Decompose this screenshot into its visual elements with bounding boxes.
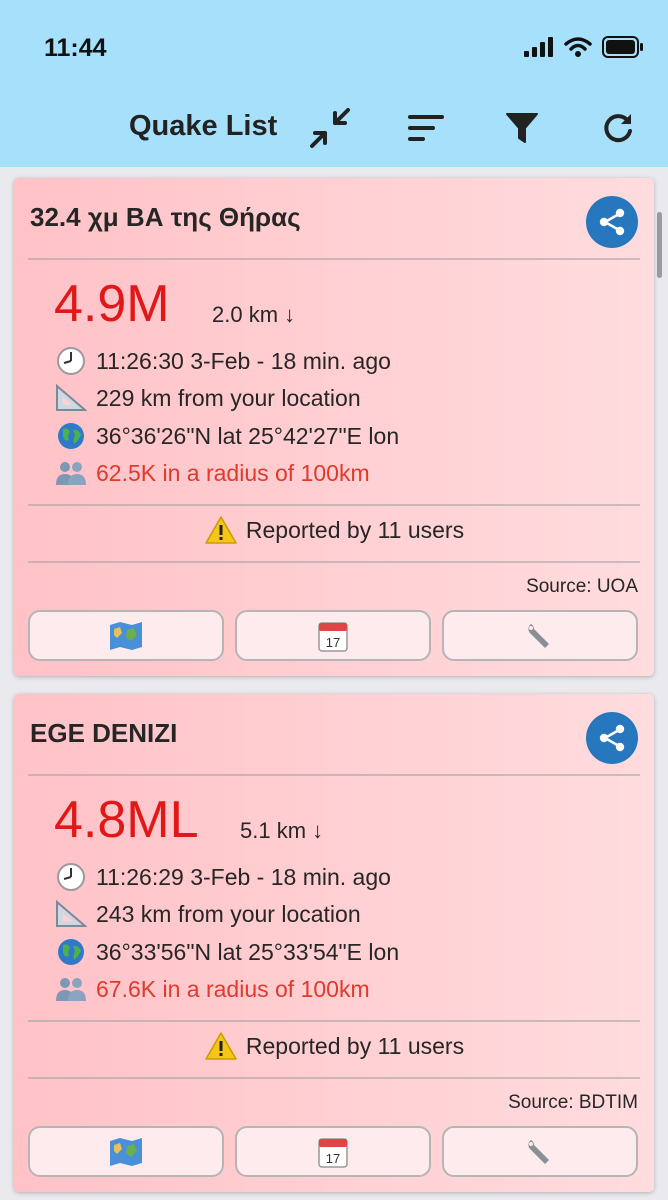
quake-card[interactable]: EGE DENIZI 4.8ML 5.1 km ↓ 11:26:29 3-Feb… — [14, 694, 654, 1192]
people-icon — [54, 974, 88, 1004]
reported-count: Reported by 11 users — [245, 516, 465, 543]
quake-location-title: EGE DENIZI — [30, 718, 178, 748]
share-button[interactable] — [586, 712, 638, 764]
magnitude: 4.9M — [54, 275, 170, 333]
distance-row: 243 km from your location — [54, 899, 361, 929]
time-row: 11:26:30 3-Feb - 18 min. ago — [54, 346, 391, 376]
triangular-ruler-icon — [54, 383, 88, 413]
divider — [28, 774, 640, 776]
time-row: 11:26:29 3-Feb - 18 min. ago — [54, 862, 391, 892]
tools-button[interactable] — [442, 1126, 638, 1177]
reported-row: Reported by 11 users — [14, 1031, 654, 1061]
coords-row: 36°36'26"N lat 25°42'27"E lon — [54, 421, 399, 451]
depth: 5.1 km ↓ — [240, 818, 324, 843]
quake-distance: 229 km from your location — [96, 384, 361, 411]
reported-row: Reported by 11 users — [14, 515, 654, 545]
sort-button[interactable] — [402, 104, 450, 152]
page-title: Quake List — [129, 110, 278, 142]
share-icon — [599, 724, 625, 752]
share-icon — [599, 208, 625, 236]
source-label: Source: BDTIM — [508, 1092, 638, 1113]
collapse-icon — [310, 108, 350, 148]
coords-row: 36°33'56"N lat 25°33'54"E lon — [54, 937, 399, 967]
scrollbar[interactable] — [657, 212, 662, 278]
population-affected: 67.6K in a radius of 100km — [96, 975, 370, 1002]
divider — [28, 1020, 640, 1022]
divider — [28, 258, 640, 260]
magnitude: 4.8ML — [54, 791, 199, 849]
filter-icon — [506, 113, 538, 143]
tools-button[interactable] — [442, 610, 638, 661]
warning-icon — [205, 516, 237, 544]
quake-coordinates: 36°36'26"N lat 25°42'27"E lon — [96, 422, 400, 449]
svg-text:17: 17 — [326, 635, 340, 650]
globe-icon — [54, 937, 88, 967]
reported-count: Reported by 11 users — [245, 1032, 465, 1059]
share-button[interactable] — [586, 196, 638, 248]
wifi-icon — [564, 37, 592, 57]
refresh-button[interactable] — [594, 104, 642, 152]
refresh-icon — [604, 114, 632, 143]
population-affected: 62.5K in a radius of 100km — [96, 459, 370, 486]
quake-coordinates: 36°33'56"N lat 25°33'54"E lon — [96, 938, 400, 965]
divider — [28, 561, 640, 563]
cellular-signal-icon — [524, 37, 553, 57]
quake-card[interactable]: 32.4 χμ ΒΑ της Θήρας 4.9M 2.0 km ↓ 11:26… — [14, 178, 654, 676]
filter-button[interactable] — [498, 104, 546, 152]
divider — [28, 504, 640, 506]
map-icon — [110, 621, 142, 650]
source-label: Source: UOA — [526, 576, 638, 597]
divider — [28, 1077, 640, 1079]
distance-row: 229 km from your location — [54, 383, 361, 413]
map-button[interactable] — [28, 1126, 224, 1177]
svg-text:17: 17 — [326, 1151, 340, 1166]
collapse-button[interactable] — [306, 104, 354, 152]
quake-location-title: 32.4 χμ ΒΑ της Θήρας — [30, 202, 301, 232]
clock-icon — [54, 346, 88, 376]
triangular-ruler-icon — [54, 899, 88, 929]
warning-icon — [205, 1032, 237, 1060]
map-button[interactable] — [28, 610, 224, 661]
calendar-button[interactable]: 17 — [235, 1126, 431, 1177]
quake-distance: 243 km from your location — [96, 900, 361, 927]
sort-icon — [408, 115, 444, 141]
status-time: 11:44 — [44, 34, 107, 62]
wrench-icon — [528, 1139, 549, 1164]
wrench-icon — [528, 623, 549, 648]
calendar-button[interactable]: 17 — [235, 610, 431, 661]
quake-time: 11:26:29 3-Feb - 18 min. ago — [96, 863, 391, 890]
clock-icon — [54, 862, 88, 892]
calendar-icon: 17 — [318, 621, 348, 652]
depth: 2.0 km ↓ — [212, 302, 296, 327]
population-row: 62.5K in a radius of 100km — [54, 458, 370, 488]
map-icon — [110, 1137, 142, 1166]
app-header: 11:44 Quake List — [0, 0, 668, 167]
people-icon — [54, 458, 88, 488]
quake-time: 11:26:30 3-Feb - 18 min. ago — [96, 347, 391, 374]
battery-icon — [602, 36, 643, 58]
population-row: 67.6K in a radius of 100km — [54, 974, 370, 1004]
calendar-icon: 17 — [318, 1137, 348, 1168]
status-icons — [524, 36, 644, 58]
globe-icon — [54, 421, 88, 451]
